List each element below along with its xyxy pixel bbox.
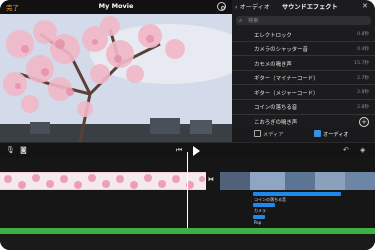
back-label: オーディオ bbox=[239, 4, 270, 11]
media-browser: ‹ オーディオ サウンドエフェクト ✕ ⌕ 検索 エレクトロック 0.8秒 カメ… bbox=[232, 0, 375, 142]
skip-back-icon[interactable]: ⏮ bbox=[176, 146, 182, 155]
play-icon[interactable] bbox=[193, 146, 200, 156]
browser-tabs: メディア オーディオ bbox=[232, 127, 375, 142]
tab-label: メディア bbox=[263, 132, 284, 138]
video-clip-cherry-blossom[interactable] bbox=[0, 172, 206, 190]
imovie-window: 完了 My Movie ‹ オーディオ サウンドエフェクト ✕ ⌕ 検索 エレク… bbox=[0, 0, 375, 250]
close-icon[interactable]: ✕ bbox=[362, 2, 368, 10]
search-icon: ⌕ bbox=[239, 17, 243, 24]
back-button[interactable]: ‹ オーディオ bbox=[235, 2, 270, 11]
audio-clip-camera[interactable] bbox=[253, 203, 275, 207]
media-icon bbox=[254, 130, 261, 137]
timeline[interactable]: ⧓ コインの落ちる音 カメラ Pop bbox=[0, 152, 375, 250]
clip-thumbnails bbox=[0, 173, 206, 189]
list-item[interactable]: コインの落ちる音 2.8秒 bbox=[232, 100, 375, 115]
item-duration: 0.8秒 bbox=[357, 32, 369, 37]
undo-icon[interactable]: ↶ bbox=[343, 146, 349, 154]
item-name: エレクトロック bbox=[254, 32, 292, 39]
microphone-icon[interactable]: 🎙 bbox=[6, 146, 15, 154]
audio-clip-coin[interactable] bbox=[253, 192, 341, 196]
list-item[interactable]: カメラのシャッター音 0.4秒 bbox=[232, 42, 375, 57]
item-duration: 2.8秒 bbox=[357, 90, 369, 96]
item-name: コインの落ちる音 bbox=[254, 105, 298, 112]
list-item[interactable]: ギター（マイナーコード） 2.7秒 bbox=[232, 71, 375, 86]
item-name: カメラのシャッター音 bbox=[254, 47, 308, 54]
item-name: カモメの鳴き声 bbox=[254, 61, 292, 68]
item-duration: 2.7秒 bbox=[357, 75, 369, 81]
browser-title: サウンドエフェクト bbox=[282, 4, 338, 11]
camera-icon[interactable]: ◙ bbox=[20, 146, 27, 154]
project-title: My Movie bbox=[98, 2, 134, 10]
tab-audio[interactable]: オーディオ bbox=[314, 130, 349, 138]
item-duration: 2.8秒 bbox=[357, 104, 369, 110]
list-item[interactable]: エレクトロック 0.8秒 bbox=[232, 27, 375, 42]
add-icon[interactable]: + bbox=[359, 116, 369, 127]
item-name: こおろぎの鳴き声 bbox=[254, 120, 298, 127]
timeline-footer bbox=[0, 234, 375, 250]
audio-waveform-icon[interactable]: ◈ bbox=[360, 146, 365, 154]
tab-label: オーディオ bbox=[323, 132, 349, 138]
video-preview bbox=[0, 14, 232, 142]
item-duration: 0.4秒 bbox=[357, 46, 369, 52]
item-name: ギター（マイナーコード） bbox=[254, 76, 319, 83]
item-duration: 15.7秒 bbox=[354, 61, 369, 67]
audio-icon bbox=[314, 130, 321, 137]
top-bar: 完了 My Movie bbox=[0, 0, 232, 14]
browser-header: ‹ オーディオ サウンドエフェクト ✕ bbox=[232, 0, 375, 14]
clip-thumbnails bbox=[220, 172, 375, 190]
list-item[interactable]: ギター（メジャーコード） 2.8秒 bbox=[232, 85, 375, 100]
cherry-blossom-image bbox=[0, 14, 232, 142]
tab-media[interactable]: メディア bbox=[254, 130, 283, 138]
audio-clip-pop[interactable] bbox=[253, 215, 265, 219]
settings-icon[interactable] bbox=[217, 2, 226, 11]
item-name: ギター（メジャーコード） bbox=[254, 90, 319, 97]
list-item[interactable]: カモメの鳴き声 15.7秒 bbox=[232, 56, 375, 71]
transition-icon[interactable]: ⧓ bbox=[208, 176, 218, 186]
search-placeholder: 検索 bbox=[248, 18, 259, 24]
video-clip-blue[interactable] bbox=[220, 172, 375, 190]
audio-clip-label: Pop bbox=[254, 220, 262, 225]
audio-clip-label: カメラ bbox=[254, 208, 266, 213]
sound-effects-list: エレクトロック 0.8秒 カメラのシャッター音 0.4秒 カモメの鳴き声 15.… bbox=[232, 27, 375, 130]
playhead[interactable] bbox=[187, 152, 188, 234]
search-field[interactable]: ⌕ 検索 bbox=[236, 16, 371, 25]
